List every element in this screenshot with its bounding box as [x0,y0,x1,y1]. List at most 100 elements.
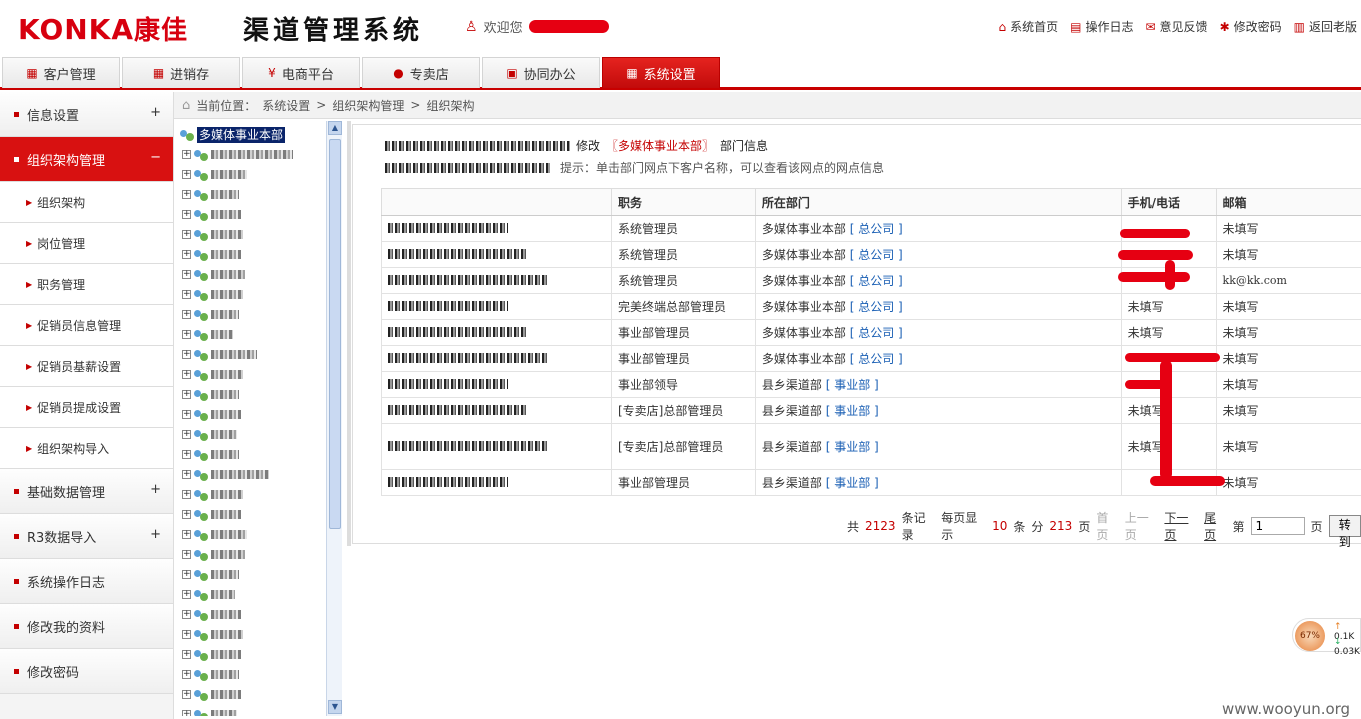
tab-store[interactable]: ● 专卖店 [362,57,480,88]
sidebar-item-my-profile[interactable]: 修改我的资料 [0,604,173,649]
sidebar-item-change-password[interactable]: 修改密码 [0,649,173,694]
sidebar-subitem-promoter-commission[interactable]: ▶ 促销员提成设置 [0,387,173,428]
scroll-up-icon[interactable]: ▲ [328,121,342,135]
sidebar-subitem-promoter-info[interactable]: ▶ 促销员信息管理 [0,305,173,346]
tab-customer[interactable]: ▦ 客户管理 [2,57,120,88]
table-row[interactable]: 系统管理员 多媒体事业本部 [ 总公司 ] 未填写 [381,215,1361,242]
collapse-icon[interactable]: − [150,150,161,165]
tree-node[interactable]: + [182,246,241,263]
tree-node[interactable]: + [182,706,237,716]
tab-settings[interactable]: ▦ 系统设置 [602,57,720,88]
page-input[interactable] [1250,517,1305,535]
sidebar-item-r3-import[interactable]: R3数据导入 + [0,514,173,559]
tree-node[interactable]: + [182,446,239,463]
expand-icon[interactable]: + [150,527,161,542]
tree-node[interactable]: + [182,686,241,703]
expand-icon[interactable]: + [150,482,161,497]
expand-node-icon[interactable]: + [182,650,191,659]
dept-level-link[interactable]: 总公司 [858,326,894,340]
tree-node[interactable]: + [182,206,241,223]
tree-node[interactable]: + [182,586,235,603]
next-page-link[interactable]: 下一页 [1164,509,1198,543]
sidebar-subitem-org-structure[interactable]: ▶ 组织架构 [0,182,173,223]
expand-node-icon[interactable]: + [182,270,191,279]
dept-level-link[interactable]: 事业部 [834,378,870,392]
tree-node[interactable]: + [182,146,293,163]
expand-node-icon[interactable]: + [182,490,191,499]
scroll-down-icon[interactable]: ▼ [328,700,342,714]
expand-node-icon[interactable]: + [182,170,191,179]
expand-node-icon[interactable]: + [182,370,191,379]
tree-node[interactable]: + [182,546,245,563]
panel-splitter[interactable] [347,121,351,546]
expand-node-icon[interactable]: + [182,250,191,259]
table-row[interactable]: [专卖店]总部管理员 县乡渠道部 [ 事业部 ] 未填写 未填写 [381,397,1361,424]
expand-node-icon[interactable]: + [182,450,191,459]
tree-node[interactable]: + [182,386,239,403]
tree-node[interactable]: + [182,226,243,243]
tree-node[interactable]: + [182,266,245,283]
tab-office[interactable]: ▣ 协同办公 [482,57,600,88]
sidebar-subitem-post-management[interactable]: ▶ 岗位管理 [0,223,173,264]
expand-node-icon[interactable]: + [182,630,191,639]
tree-scrollbar[interactable]: ▲ ▼ [326,121,342,716]
expand-node-icon[interactable]: + [182,210,191,219]
dept-level-link[interactable]: 事业部 [834,440,870,454]
dept-level-link[interactable]: 总公司 [858,300,894,314]
expand-node-icon[interactable]: + [182,310,191,319]
scroll-thumb[interactable] [329,139,341,529]
table-row[interactable]: 事业部管理员 多媒体事业本部 [ 总公司 ] 未填写 未填写 [381,319,1361,346]
sidebar-item-info-settings[interactable]: 信息设置 + [0,92,173,137]
home-link[interactable]: ⌂ 系统首页 [998,18,1058,35]
tree-node[interactable]: + [182,606,241,623]
breadcrumb-org-management[interactable]: 组织架构管理 [332,97,404,114]
tree-node[interactable]: + [182,566,239,583]
sidebar-item-base-data[interactable]: 基础数据管理 + [0,469,173,514]
expand-node-icon[interactable]: + [182,330,191,339]
tree-node[interactable]: + [182,346,257,363]
tree-node[interactable]: + [182,166,247,183]
goto-button[interactable]: 转到 [1328,515,1361,549]
expand-node-icon[interactable]: + [182,690,191,699]
redacted-toolbar[interactable] [385,162,550,173]
table-row[interactable]: [专卖店]总部管理员 县乡渠道部 [ 事业部 ] 未填写 未填写 [381,423,1361,470]
tree-node[interactable]: + [182,366,243,383]
dept-level-link[interactable]: 事业部 [834,476,870,490]
sidebar-item-operation-log[interactable]: 系统操作日志 [0,559,173,604]
expand-node-icon[interactable]: + [182,230,191,239]
table-row[interactable]: 系统管理员 多媒体事业本部 [ 总公司 ] kk@kk.com [381,267,1361,294]
tree-node[interactable]: + [182,486,243,503]
expand-node-icon[interactable]: + [182,470,191,479]
tree-root-node[interactable]: 多媒体事业本部 [180,126,286,143]
tree-node[interactable]: + [182,626,243,643]
tree-node[interactable]: + [182,426,237,443]
breadcrumb-system-settings[interactable]: 系统设置 [262,97,310,114]
sidebar-subitem-duty-management[interactable]: ▶ 职务管理 [0,264,173,305]
expand-node-icon[interactable]: + [182,550,191,559]
sidebar-item-org-management[interactable]: 组织架构管理 − [0,137,173,182]
network-widget[interactable]: 67% ↑ 0.1K ↓ 0.03K [1292,618,1361,657]
dept-level-link[interactable]: 总公司 [858,274,894,288]
tree-node[interactable]: + [182,186,239,203]
tree-node[interactable]: + [182,406,241,423]
last-page-link[interactable]: 尾页 [1204,509,1226,543]
table-row[interactable]: 事业部领导 县乡渠道部 [ 事业部 ] 未填写 [381,371,1361,398]
tab-ecommerce[interactable]: ¥ 电商平台 [242,57,360,88]
edit-label[interactable]: 修改 [576,137,600,154]
tree-node[interactable]: + [182,466,269,483]
expand-node-icon[interactable]: + [182,390,191,399]
dept-level-link[interactable]: 总公司 [858,248,894,262]
sidebar-subitem-org-import[interactable]: ▶ 组织架构导入 [0,428,173,469]
tree-node[interactable]: + [182,326,233,343]
table-row[interactable]: 完美终端总部管理员 多媒体事业本部 [ 总公司 ] 未填写 未填写 [381,293,1361,320]
feedback-link[interactable]: ✉ 意见反馈 [1145,18,1207,35]
dept-level-link[interactable]: 总公司 [858,222,894,236]
expand-node-icon[interactable]: + [182,430,191,439]
dept-level-link[interactable]: 事业部 [834,404,870,418]
expand-node-icon[interactable]: + [182,530,191,539]
change-password-link[interactable]: ✱ 修改密码 [1220,18,1282,35]
expand-node-icon[interactable]: + [182,510,191,519]
expand-icon[interactable]: + [150,105,161,120]
tree-node[interactable]: + [182,526,247,543]
expand-node-icon[interactable]: + [182,590,191,599]
